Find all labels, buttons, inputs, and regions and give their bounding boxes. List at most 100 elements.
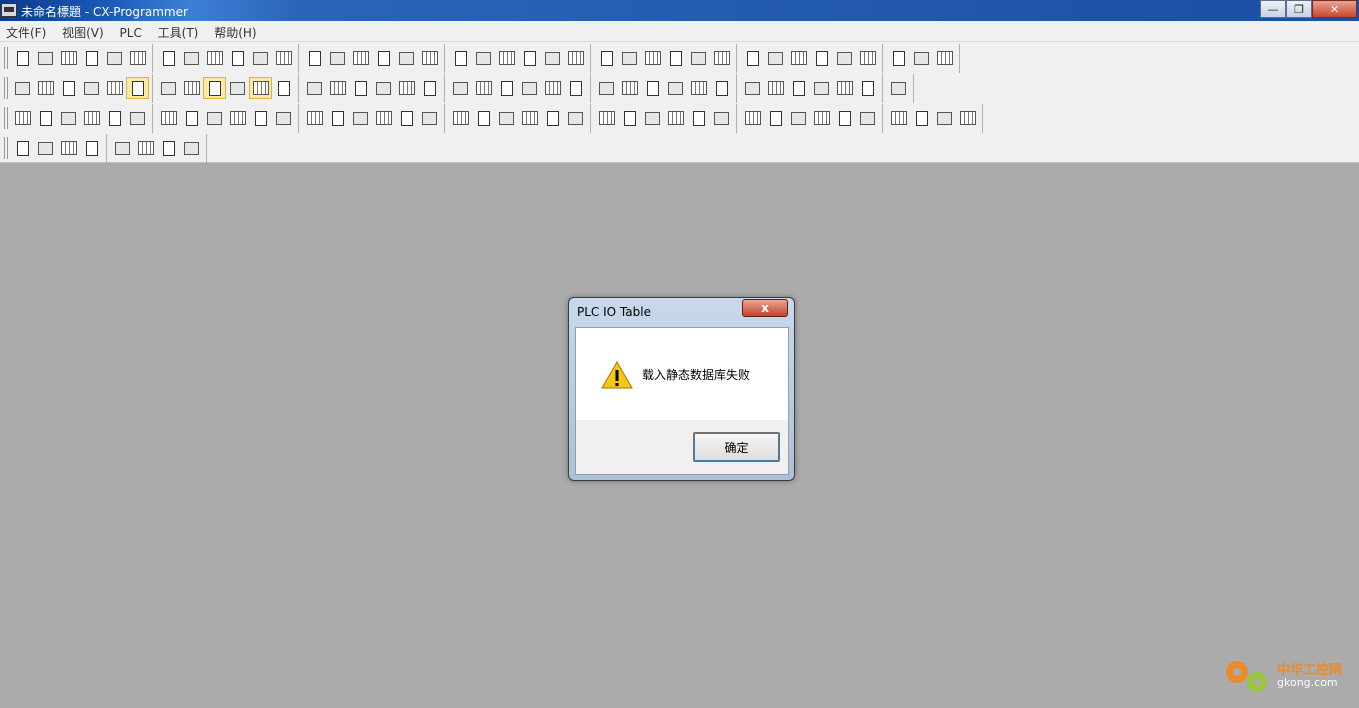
tool-3-icon[interactable]: [180, 137, 203, 159]
ladder-icon[interactable]: [180, 77, 203, 99]
coil-icon[interactable]: [472, 77, 495, 99]
cut-icon[interactable]: [157, 47, 180, 69]
save-icon[interactable]: [57, 47, 80, 69]
new-file-icon[interactable]: [11, 47, 34, 69]
open-folder-icon[interactable]: [34, 47, 57, 69]
view-icon[interactable]: [787, 77, 810, 99]
mnemonic-icon[interactable]: [203, 77, 226, 99]
toolbar-grip[interactable]: [4, 47, 8, 69]
instruction-icon[interactable]: [541, 77, 564, 99]
grid-icon[interactable]: [103, 77, 126, 99]
memory-icon[interactable]: [787, 47, 810, 69]
or-contact-icon[interactable]: [372, 77, 395, 99]
check-view-icon[interactable]: [887, 77, 910, 99]
indent-right-icon[interactable]: [34, 137, 57, 159]
replace-icon[interactable]: [326, 47, 349, 69]
fast-forward-icon[interactable]: [687, 107, 710, 129]
align-left-icon[interactable]: [57, 137, 80, 159]
page-preview-icon[interactable]: [126, 47, 149, 69]
run-to-end-icon[interactable]: [710, 107, 733, 129]
find-icon[interactable]: [303, 47, 326, 69]
symbol-icon[interactable]: [126, 77, 149, 99]
symbols-icon[interactable]: [157, 107, 180, 129]
toolbar-grip[interactable]: [4, 77, 8, 99]
up-icon[interactable]: [349, 107, 372, 129]
io-view-icon[interactable]: [741, 107, 764, 129]
check-icon[interactable]: [687, 47, 710, 69]
info-icon[interactable]: [395, 47, 418, 69]
dialog-close-button[interactable]: x: [742, 299, 788, 317]
step-into-icon[interactable]: [641, 107, 664, 129]
pen-icon[interactable]: [111, 137, 134, 159]
graph-icon[interactable]: [34, 107, 57, 129]
trace-view-icon[interactable]: [472, 107, 495, 129]
print-preview-icon[interactable]: [80, 47, 103, 69]
toolbar-grip[interactable]: [4, 107, 8, 129]
hex-16-icon[interactable]: [326, 107, 349, 129]
monitor-view-icon[interactable]: [418, 107, 441, 129]
hand-icon[interactable]: [495, 107, 518, 129]
link-icon[interactable]: [933, 47, 956, 69]
minimize-button[interactable]: —: [1260, 0, 1286, 18]
or-nc-contact-icon[interactable]: [395, 77, 418, 99]
setup-icon[interactable]: [741, 47, 764, 69]
cut-section-icon[interactable]: [34, 77, 57, 99]
pause-run-icon[interactable]: [595, 107, 618, 129]
pause-icon[interactable]: [618, 47, 641, 69]
branch-up-icon[interactable]: [833, 107, 856, 129]
redo-icon[interactable]: [272, 47, 295, 69]
split-icon[interactable]: [741, 77, 764, 99]
compile-icon[interactable]: [664, 47, 687, 69]
tool-2-icon[interactable]: [157, 137, 180, 159]
table-icon[interactable]: [810, 77, 833, 99]
zoom-out-icon[interactable]: [80, 77, 103, 99]
horizontal-line-icon[interactable]: [449, 77, 472, 99]
decimal-10-icon[interactable]: [272, 107, 295, 129]
zoom-icon[interactable]: [11, 77, 34, 99]
bus-split-icon[interactable]: [887, 107, 910, 129]
force-icon[interactable]: [910, 47, 933, 69]
step-icon[interactable]: [618, 107, 641, 129]
trace-icon[interactable]: [887, 47, 910, 69]
select-icon[interactable]: [303, 77, 326, 99]
find-next-icon[interactable]: [349, 47, 372, 69]
monitor-icon[interactable]: [595, 47, 618, 69]
tool-1-icon[interactable]: [134, 137, 157, 159]
copy-icon[interactable]: [180, 47, 203, 69]
program-icon[interactable]: [641, 47, 664, 69]
down-icon[interactable]: [372, 107, 395, 129]
unit-view-icon[interactable]: [810, 107, 833, 129]
rack-icon[interactable]: [833, 47, 856, 69]
contact-nc-icon[interactable]: [349, 77, 372, 99]
zoom-in-icon[interactable]: [57, 77, 80, 99]
ci-icon[interactable]: [272, 77, 295, 99]
program-block-icon[interactable]: [687, 77, 710, 99]
hand-stop-icon[interactable]: [518, 107, 541, 129]
nc-coil-icon[interactable]: [495, 77, 518, 99]
return-icon[interactable]: [956, 107, 979, 129]
comment-icon[interactable]: [203, 107, 226, 129]
cross-reference-icon[interactable]: [372, 47, 395, 69]
vertical-line-icon[interactable]: [418, 77, 441, 99]
restore-button[interactable]: ❐: [1286, 0, 1312, 18]
tree-icon[interactable]: [226, 77, 249, 99]
memory-view-icon[interactable]: [249, 107, 272, 129]
contact-no-icon[interactable]: [326, 77, 349, 99]
bus-end-icon[interactable]: [933, 107, 956, 129]
clipboard-icon[interactable]: [226, 47, 249, 69]
download-icon[interactable]: [495, 47, 518, 69]
branch-down-icon[interactable]: [856, 107, 879, 129]
compare-icon[interactable]: [541, 47, 564, 69]
help-icon[interactable]: [418, 47, 441, 69]
block-icon[interactable]: [226, 107, 249, 129]
io-table-icon[interactable]: [764, 47, 787, 69]
network-icon[interactable]: [710, 47, 733, 69]
menu-view[interactable]: 视图(V): [56, 21, 110, 41]
properties-icon[interactable]: [126, 107, 149, 129]
undo-icon[interactable]: [249, 47, 272, 69]
play-icon[interactable]: [541, 107, 564, 129]
menu-file[interactable]: 文件(F): [0, 21, 52, 41]
branch-icon[interactable]: [564, 77, 587, 99]
bus-icon[interactable]: [764, 107, 787, 129]
delete-line-icon[interactable]: [618, 77, 641, 99]
